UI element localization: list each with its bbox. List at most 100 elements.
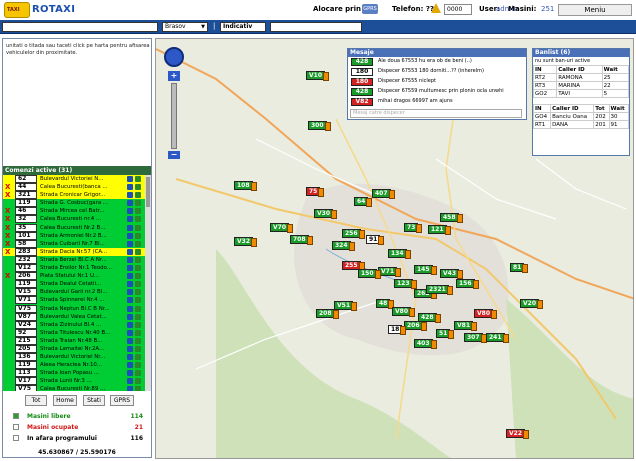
cancel-icon[interactable] — [5, 345, 12, 353]
message-item[interactable]: 428 Ale doua 67553 hu era ob de beni (..) — [348, 57, 526, 67]
car-marker[interactable]: 121 — [428, 225, 450, 235]
assign-icon[interactable] — [135, 345, 141, 352]
cancel-icon[interactable] — [5, 280, 12, 288]
command-row[interactable]: V12 Strada Eroilor Nr.1 Teodo... — [3, 264, 151, 273]
table-row[interactable]: GO2 TAVI 5 — [532, 89, 630, 98]
info-icon[interactable] — [127, 200, 133, 207]
info-icon[interactable] — [127, 256, 133, 263]
car-marker[interactable]: V71 — [378, 267, 401, 277]
assign-icon[interactable] — [135, 337, 141, 344]
info-icon[interactable] — [127, 240, 133, 247]
info-icon[interactable] — [127, 313, 133, 320]
car-marker[interactable]: V81 — [454, 321, 477, 331]
gprs-toggle[interactable]: GPRS — [362, 4, 378, 14]
car-marker[interactable]: V43 — [440, 269, 463, 279]
message-item[interactable]: V82 mihai dragos 66997 am ajuns — [348, 97, 526, 107]
car-marker[interactable]: 324 — [332, 241, 354, 251]
car-marker[interactable]: 64 — [354, 197, 373, 207]
tot-button[interactable]: Tot — [25, 395, 47, 406]
assign-icon[interactable] — [135, 232, 141, 239]
command-row[interactable]: X 32 Calea Bucuresti nr.4 ... — [3, 215, 151, 224]
info-icon[interactable] — [127, 370, 133, 377]
car-marker[interactable]: 18 — [388, 325, 407, 335]
info-icon[interactable] — [127, 176, 133, 182]
command-row[interactable]: 205 Strada Lamaitei Nr.2A... — [3, 344, 151, 354]
info-icon[interactable] — [127, 208, 133, 215]
command-row[interactable]: X 101 Strada Armoniei Nr.2 B... — [3, 231, 151, 240]
cancel-icon[interactable] — [5, 329, 12, 337]
scrollbar-thumb[interactable] — [146, 177, 150, 207]
gprs-button[interactable]: GPRS — [110, 395, 134, 406]
cancel-icon[interactable] — [5, 377, 12, 385]
info-icon[interactable] — [127, 192, 133, 199]
cancel-icon[interactable] — [5, 175, 12, 183]
table-row[interactable]: RT2 RAMONA 25 — [532, 73, 630, 82]
car-marker[interactable]: V20 — [520, 299, 543, 309]
city-select[interactable]: Brasov ▼ — [162, 22, 208, 32]
cancel-icon[interactable] — [5, 256, 12, 264]
city-map[interactable]: + − V10 300 108 75 V32 V70 708 V30 407 64 458 121 32… — [155, 38, 634, 459]
assign-icon[interactable] — [135, 305, 141, 312]
info-icon[interactable] — [127, 305, 133, 312]
cancel-icon[interactable] — [5, 321, 12, 329]
indicativ-field[interactable]: Indicativ — [220, 22, 266, 32]
car-marker[interactable]: 150 — [358, 269, 380, 279]
assign-icon[interactable] — [135, 370, 141, 377]
zoom-in-button[interactable]: + — [168, 71, 180, 81]
cancel-icon[interactable] — [5, 369, 12, 377]
info-icon[interactable] — [127, 232, 133, 239]
cancel-icon[interactable] — [5, 385, 12, 391]
command-row[interactable]: V24 Strada Zizinului Bl.4 ... — [3, 320, 151, 329]
info-icon[interactable] — [127, 337, 133, 344]
info-icon[interactable] — [127, 321, 133, 328]
command-row[interactable]: V75 Calea Bucuresti Nr.89 ... — [3, 385, 151, 391]
checkbox-offhours[interactable] — [13, 435, 19, 441]
info-icon[interactable] — [127, 386, 133, 391]
assign-icon[interactable] — [135, 256, 141, 263]
assign-icon[interactable] — [135, 313, 141, 320]
car-marker[interactable]: 208 — [316, 309, 338, 319]
assign-icon[interactable] — [135, 386, 141, 391]
command-row[interactable]: X 35 Calea Bucuresti Nr.2 B... — [3, 223, 151, 232]
command-row[interactable]: 136 Bulevardul Victoriei Nr... — [3, 353, 151, 362]
info-icon[interactable] — [127, 362, 133, 369]
cancel-icon[interactable] — [5, 199, 12, 207]
car-marker[interactable]: 241 — [486, 333, 508, 343]
car-marker[interactable]: 73 — [404, 223, 423, 233]
car-marker[interactable]: 145 — [414, 265, 436, 275]
assign-icon[interactable] — [135, 184, 141, 191]
assign-icon[interactable] — [135, 208, 141, 215]
table-row[interactable]: RT1 DANA 201 91 — [532, 120, 630, 129]
command-row[interactable]: 232 Strada Berzei Bl.C A Nr... — [3, 255, 151, 265]
message-item[interactable]: 180 Dispecer 67553 180 dorniti...?? (inhe… — [348, 67, 526, 77]
info-icon[interactable] — [127, 378, 133, 385]
car-marker[interactable]: 81 — [510, 263, 529, 273]
car-marker[interactable]: 134 — [388, 249, 410, 259]
cancel-icon[interactable]: X — [5, 272, 12, 280]
info-icon[interactable] — [127, 281, 133, 288]
assign-icon[interactable] — [135, 273, 141, 280]
commands-scrollbar[interactable] — [145, 175, 151, 391]
info-icon[interactable] — [127, 184, 133, 191]
assign-icon[interactable] — [135, 354, 141, 361]
assign-icon[interactable] — [135, 176, 141, 182]
cancel-icon[interactable] — [5, 288, 12, 296]
command-row[interactable]: 119 Strada Dealul Cetatii... — [3, 280, 151, 289]
info-icon[interactable] — [127, 216, 133, 223]
home-button[interactable]: Home — [53, 395, 77, 406]
car-marker[interactable]: 91 — [366, 235, 385, 245]
command-row[interactable]: 215 Strada Traian Nr.48 B... — [3, 336, 151, 345]
menu-button[interactable]: Meniu — [558, 4, 632, 16]
command-row[interactable]: X 206 Piata Sfatului Nr.1 U... — [3, 272, 151, 281]
command-row[interactable]: X 321 Strada Cronicar Grigor... — [3, 191, 151, 200]
car-marker[interactable]: 51 — [436, 329, 455, 339]
indicativ-input[interactable] — [270, 22, 362, 32]
assign-icon[interactable] — [135, 378, 141, 385]
assign-icon[interactable] — [135, 240, 141, 247]
command-row[interactable]: V87 Bulevardul Valea Cetat... — [3, 312, 151, 321]
assign-icon[interactable] — [135, 224, 141, 231]
message-item[interactable]: 428 Dispecer 67559 multumesc prin plonin … — [348, 87, 526, 97]
assign-icon[interactable] — [135, 362, 141, 369]
car-marker[interactable]: 407 — [372, 189, 394, 199]
car-marker[interactable]: 708 — [290, 235, 312, 245]
